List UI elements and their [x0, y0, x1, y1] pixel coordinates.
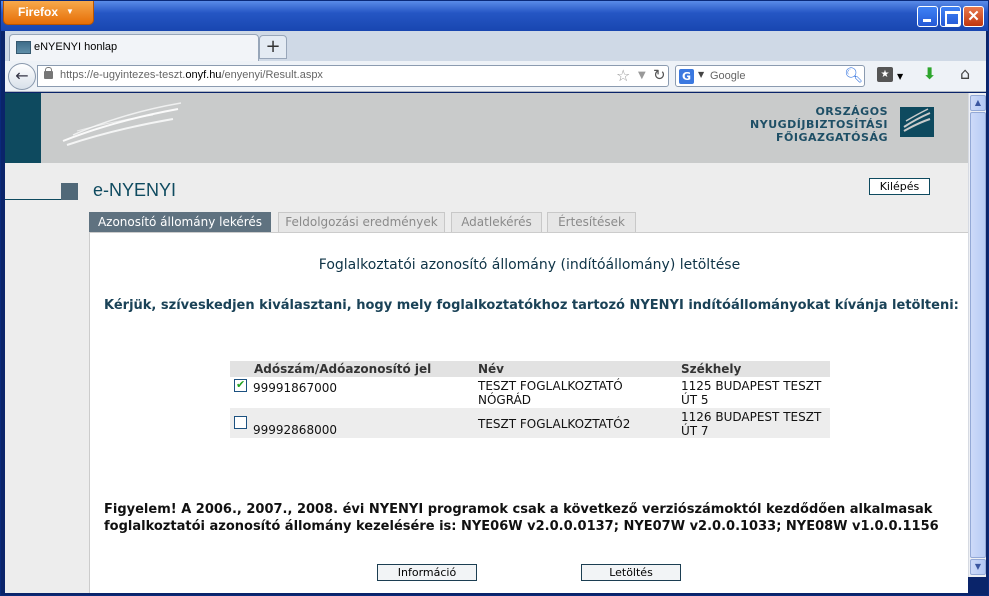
name-cell: TESZT FOGLALKOZTATÓ NÓGRÁD [474, 377, 677, 408]
organization-name: ORSZÁGOS NYUGDÍJBIZTOSÍTÁSI FŐIGAZGATÓSÁ… [750, 105, 888, 144]
back-arrow-icon: ← [15, 66, 29, 85]
column-header-name: Név [474, 361, 677, 377]
scroll-up-icon[interactable]: ▲ [970, 95, 986, 111]
tab-adatlekeres[interactable]: Adatlekérés [451, 212, 542, 232]
url-text[interactable]: https://e-ugyintezes-teszt.onyf.hu/enyen… [60, 69, 323, 81]
google-icon[interactable]: G [679, 69, 694, 84]
banner-side-block [5, 93, 41, 163]
table-row: 99991867000 TESZT FOGLALKOZTATÓNÓGRÁD 11… [230, 377, 830, 408]
page-heading: Foglalkoztatói azonosító állomány (indít… [318, 257, 741, 273]
tab-feldolgozasi-eredmenyek[interactable]: Feldolgozási eredmények [278, 212, 445, 232]
name-cell: TESZT FOGLALKOZTATÓ2 [474, 408, 677, 438]
bookmarks-icon[interactable]: ★ [877, 67, 893, 82]
tab-ertesitesek[interactable]: Értesítések [547, 212, 636, 232]
history-dropdown-icon[interactable]: ▼ [638, 70, 646, 81]
title-square-icon [61, 183, 78, 200]
tax-id-cell: 99991867000 [230, 377, 474, 408]
tax-id-cell: 99992868000 [230, 408, 474, 438]
bookmark-star-icon[interactable]: ☆ [616, 66, 630, 85]
browser-window: Firefox ▼ ✕ eNYENYI honlap + ← https://e-… [0, 0, 989, 596]
tab-azonosito-allomany-lekeres[interactable]: Azonosító állomány lekérés [89, 212, 271, 232]
url-bar[interactable]: https://e-ugyintezes-teszt.onyf.hu/enyen… [37, 65, 669, 87]
close-button[interactable]: ✕ [963, 6, 984, 27]
seat-cell: 1126 BUDAPEST TESZT ÚT 7 [677, 408, 830, 438]
title-bar: Firefox ▼ ✕ [1, 1, 988, 31]
scrollbar-thumb[interactable] [970, 112, 986, 558]
new-tab-button[interactable]: + [259, 35, 287, 59]
lock-icon [44, 67, 53, 79]
browser-tab-title: eNYENYI honlap [34, 41, 118, 53]
back-button[interactable]: ← [8, 63, 36, 90]
intro-text: Kérjük, szíveskedjen kiválasztani, hogy … [104, 298, 959, 313]
firefox-menu-button[interactable]: Firefox ▼ [3, 1, 94, 25]
download-arrow-icon[interactable]: ⬇ [923, 64, 936, 83]
scroll-down-icon[interactable]: ▼ [970, 559, 986, 575]
reload-icon[interactable]: ↻ [653, 66, 666, 84]
employer-table: Adószám/Adóazonosító jel Név Székhely 99… [230, 361, 830, 438]
browser-tab[interactable]: eNYENYI honlap [9, 34, 259, 61]
column-header-seat: Székhely [677, 361, 830, 377]
column-header-tax-id: Adószám/Adóazonosító jel [230, 361, 474, 377]
home-icon[interactable]: ⌂ [960, 64, 970, 83]
close-icon: ✕ [967, 8, 980, 25]
search-input[interactable]: Google [710, 70, 745, 82]
site-banner: ORSZÁGOS NYUGDÍJBIZTOSÍTÁSI FŐIGAZGATÓSÁ… [5, 93, 968, 163]
web-page: ORSZÁGOS NYUGDÍJBIZTOSÍTÁSI FŐIGAZGATÓSÁ… [5, 93, 968, 593]
navigation-bar: ← https://e-ugyintezes-teszt.onyf.hu/eny… [5, 61, 986, 92]
table-row: 99992868000 TESZT FOGLALKOZTATÓ2 1126 BU… [230, 408, 830, 438]
seat-cell: 1125 BUDAPEST TESZT ÚT 5 [677, 377, 830, 408]
tab-strip: eNYENYI honlap + [5, 31, 986, 61]
minimize-button[interactable] [917, 6, 938, 27]
row-checkbox[interactable] [234, 416, 247, 429]
wings-logo-icon [62, 102, 182, 146]
search-bar[interactable]: G ▼ Google 🔍︎ [675, 65, 865, 87]
app-title: e-NYENYI [93, 180, 177, 200]
bookmarks-dropdown-icon[interactable]: ▼ [897, 72, 903, 81]
table-header-row: Adószám/Adóazonosító jel Név Székhely [230, 361, 830, 377]
download-button[interactable]: Letöltés [581, 564, 681, 581]
info-button[interactable]: Információ [377, 564, 477, 581]
vertical-scrollbar[interactable]: ▲ ▼ [968, 93, 986, 577]
version-warning: Figyelem! A 2006., 2007., 2008. évi NYEN… [104, 502, 939, 534]
search-engine-dropdown-icon[interactable]: ▼ [698, 70, 704, 79]
favicon-icon [16, 41, 31, 54]
maximize-button[interactable] [940, 6, 961, 27]
chevron-down-icon: ▼ [66, 7, 74, 16]
row-checkbox[interactable] [234, 378, 247, 392]
content-panel: Foglalkoztatói azonosító állomány (indít… [89, 232, 968, 593]
search-icon[interactable]: 🔍︎ [844, 66, 863, 84]
logout-button[interactable]: Kilépés [869, 178, 930, 195]
onyf-logo-icon [900, 107, 934, 137]
